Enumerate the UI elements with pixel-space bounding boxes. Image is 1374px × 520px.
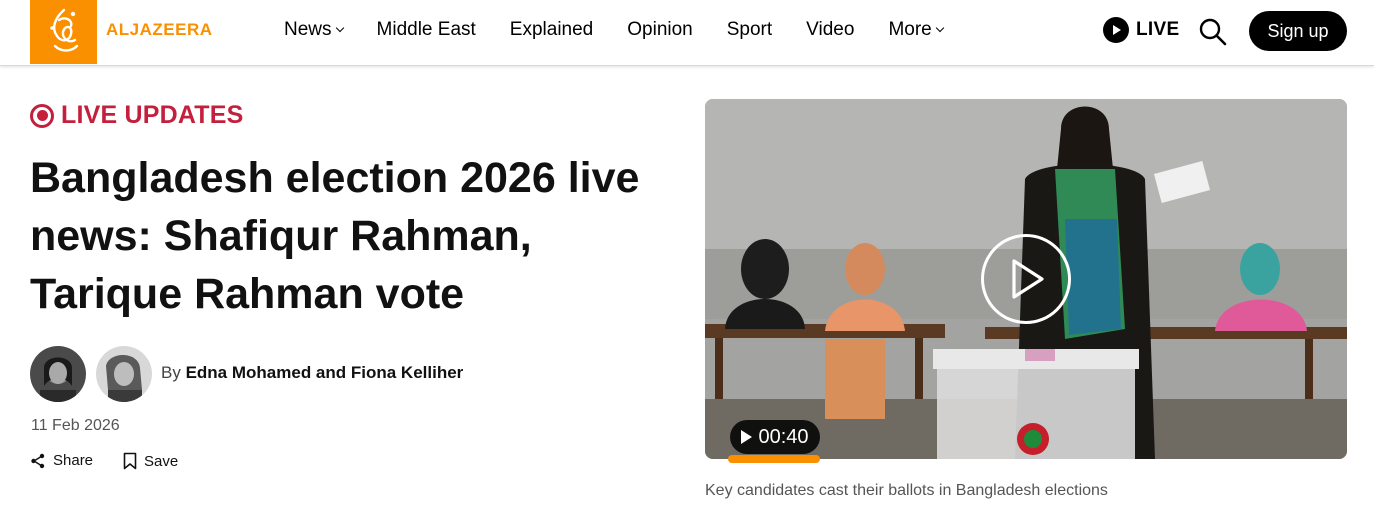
video-progress-bar: [728, 455, 820, 463]
nav-item-more[interactable]: More: [888, 19, 944, 41]
video-duration-badge[interactable]: 00:40: [730, 420, 820, 454]
author-avatar-fiona[interactable]: [96, 346, 152, 402]
nav-item-label: Sport: [726, 19, 773, 40]
nav-item-video[interactable]: Video: [806, 19, 854, 41]
byline-prefix: By: [161, 363, 181, 382]
nav-item-label: More: [888, 19, 932, 40]
byline: By Edna Mohamed and Fiona Kelliher: [161, 363, 463, 383]
nav-item-sport[interactable]: Sport: [727, 19, 772, 41]
nav-item-label: Middle East: [376, 19, 476, 40]
author-links[interactable]: Edna Mohamed and Fiona Kelliher: [186, 363, 464, 382]
share-button[interactable]: Share: [30, 452, 93, 469]
save-button[interactable]: Save: [123, 452, 178, 470]
play-icon: [741, 430, 753, 444]
main-nav: News Middle East Explained Opinion Sport…: [284, 19, 977, 41]
share-icon: [31, 453, 45, 468]
sign-up-button[interactable]: Sign up: [1249, 11, 1347, 51]
logo-icon[interactable]: [30, 0, 97, 64]
live-label: LIVE: [1136, 19, 1180, 40]
nav-item-label: News: [284, 19, 332, 40]
nav-item-opinion[interactable]: Opinion: [627, 19, 693, 41]
search-icon[interactable]: [1198, 17, 1228, 47]
play-icon[interactable]: [981, 234, 1071, 324]
nav-item-label: Video: [806, 19, 855, 40]
logo-wordmark[interactable]: ALJAZEERA: [106, 20, 213, 40]
nav-item-label: Explained: [509, 19, 594, 40]
chevron-down-icon: [335, 23, 344, 33]
media-caption: Key candidates cast their ballots in Ban…: [705, 482, 1108, 499]
play-icon: [1103, 17, 1129, 43]
author-avatar-edna[interactable]: [30, 346, 86, 402]
share-label: Share: [53, 452, 94, 469]
nav-item-explained[interactable]: Explained: [510, 19, 593, 41]
live-dot-icon: [30, 103, 54, 128]
live-tv-link[interactable]: LIVE: [1103, 17, 1179, 43]
nav-item-middle-east[interactable]: Middle East: [377, 19, 476, 41]
save-label: Save: [144, 452, 179, 470]
live-updates-badge: LIVE UPDATES: [30, 101, 244, 130]
chevron-down-icon: [935, 23, 944, 33]
article-title: Bangladesh election 2026 live news: Shaf…: [30, 154, 640, 318]
live-updates-label: LIVE UPDATES: [61, 101, 244, 129]
bookmark-icon: [123, 452, 137, 470]
publish-date: 11 Feb 2026: [31, 417, 120, 434]
site-header: ALJAZEERA News Middle East Explained Opi…: [0, 0, 1374, 66]
video-duration: 00:40: [758, 425, 809, 448]
nav-item-news[interactable]: News: [284, 19, 344, 41]
nav-item-label: Opinion: [627, 19, 693, 40]
